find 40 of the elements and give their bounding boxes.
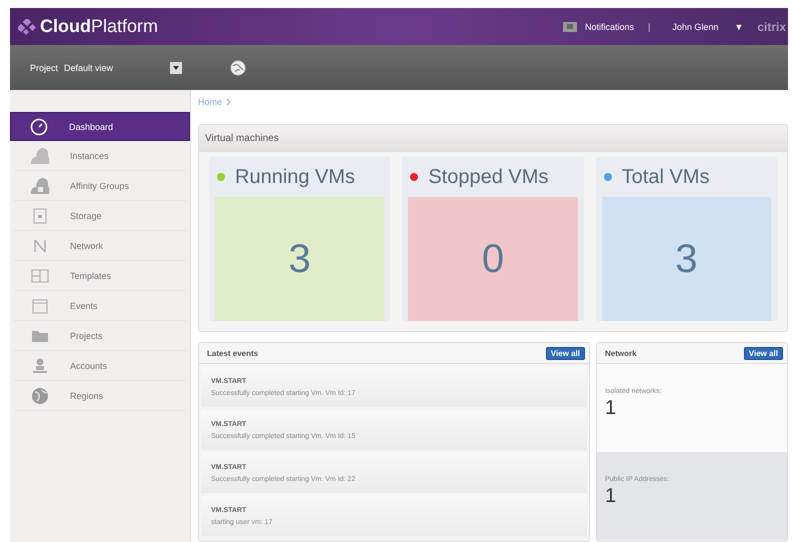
notifications-link[interactable]: Notifications: [584, 22, 634, 32]
view-all-button[interactable]: View all: [744, 346, 783, 360]
vm-count: 3: [288, 236, 311, 282]
sidebar-item[interactable]: Storage: [14, 201, 186, 231]
card-title: Running VMs: [235, 166, 356, 188]
gauge-icon: [29, 116, 49, 136]
sidebar-item[interactable]: Templates: [14, 261, 186, 291]
brand-logo: citrix: [757, 20, 786, 34]
panel-title: Latest events: [207, 348, 258, 358]
card-title: Total VMs: [622, 166, 710, 188]
logo-text: CloudPlatform: [40, 16, 158, 37]
panel-title: Virtual machines: [199, 125, 787, 152]
separator: |: [648, 22, 650, 32]
person-icon: [30, 356, 50, 376]
project-label: Project: [30, 62, 58, 72]
logo-icon: [18, 18, 36, 34]
sidebar-item[interactable]: Regions: [14, 381, 186, 411]
sidebar-item[interactable]: Instances: [14, 141, 186, 171]
sidebar-item[interactable]: Network: [14, 231, 186, 261]
stat-value: 1: [605, 397, 618, 420]
project-dropdown[interactable]: Default view: [64, 62, 182, 74]
chevron-icon: [226, 98, 232, 106]
sidebar-item[interactable]: Accounts: [14, 351, 186, 381]
cloud-icon: [30, 176, 50, 196]
panel-title: Network: [605, 348, 637, 358]
vm-count: 3: [675, 236, 698, 282]
card-title: Stopped VMs: [428, 166, 548, 188]
sidebar-item[interactable]: Events: [14, 291, 186, 321]
vm-count: 0: [482, 236, 504, 282]
cloud-icon: [30, 146, 50, 166]
caret-icon[interactable]: ▼: [734, 22, 744, 32]
notification-icon: [562, 22, 577, 32]
sidebar-item[interactable]: Projects: [14, 321, 186, 351]
user-name[interactable]: John Glenn: [672, 22, 718, 32]
stat-value: 1: [605, 485, 618, 508]
globe-icon: [30, 386, 50, 406]
sidebar-item[interactable]: Dashboard: [10, 112, 190, 141]
globe-icon[interactable]: [230, 60, 246, 76]
sidebar-item[interactable]: Affinity Groups: [14, 171, 186, 201]
view-all-button[interactable]: View all: [546, 346, 585, 360]
